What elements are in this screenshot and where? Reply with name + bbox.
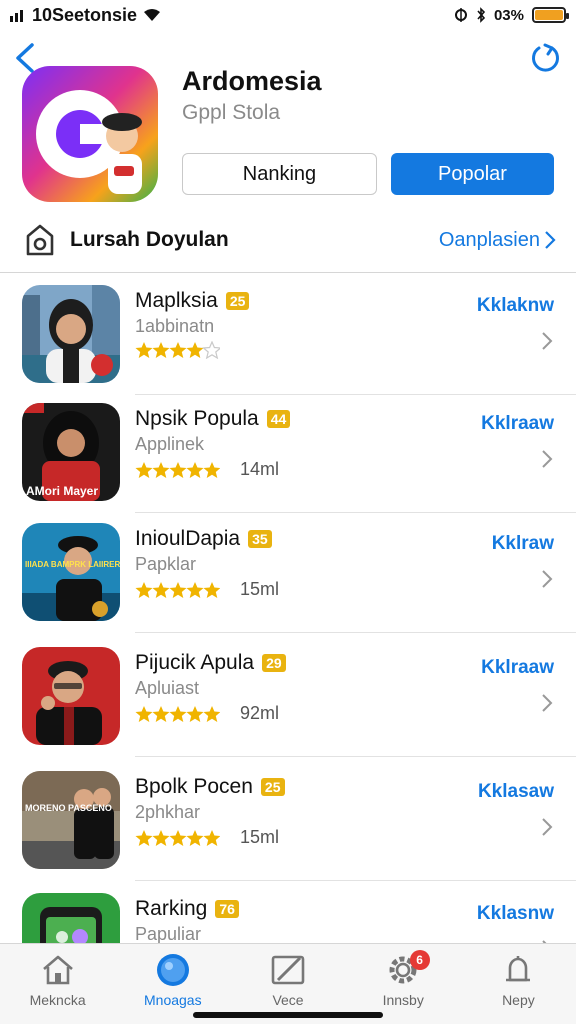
status-left: 10Seetonsie xyxy=(10,5,161,26)
carrier-label: 10Seetonsie xyxy=(32,4,138,25)
app-size: 15ml xyxy=(240,579,280,599)
globe-icon xyxy=(156,954,189,986)
get-button[interactable]: Kklraw xyxy=(492,533,554,555)
app-category: Apluiast xyxy=(135,678,200,698)
app-thumbnail xyxy=(22,647,120,745)
tab-label: Innsby xyxy=(382,992,424,1008)
bag-icon xyxy=(26,224,54,256)
app-category: 2phkhar xyxy=(135,802,201,822)
bluetooth-icon xyxy=(477,7,486,23)
app-title: Ardomesia xyxy=(182,66,322,96)
status-bar: 10Seetonsie 03% xyxy=(0,0,576,30)
star-rating xyxy=(135,341,220,359)
app-size: 92ml xyxy=(240,703,280,723)
section-title: Lursah Doyulan xyxy=(70,228,229,251)
rank-badge: 44 xyxy=(266,410,291,428)
app-name: Maplksia xyxy=(135,289,218,312)
rank-badge: 35 xyxy=(248,530,272,548)
home-icon xyxy=(42,955,73,985)
list-item[interactable]: Rarking 76 Papuliar Kklasnw xyxy=(0,881,576,943)
app-icon xyxy=(22,66,158,202)
app-category: Papuliar xyxy=(135,924,202,943)
row-divider xyxy=(135,632,576,633)
tab-notifications[interactable]: Nepy xyxy=(461,944,576,1024)
app-size: 14ml xyxy=(240,459,280,479)
battery-percent: 03% xyxy=(493,6,524,24)
app-name: Bpolk Pocen xyxy=(135,775,253,798)
get-button[interactable]: Kklasnw xyxy=(477,903,554,925)
chevron-right-icon[interactable] xyxy=(540,816,554,838)
ranking-button[interactable]: Nanking xyxy=(182,153,377,195)
star-rating xyxy=(135,829,220,847)
thumb-caption: IIIADA BAMPRK LAIIRER xyxy=(25,560,120,569)
app-thumbnail: MORENO PASCENO xyxy=(22,771,120,869)
app-category: Papklar xyxy=(135,554,197,574)
rating-row: 92ml xyxy=(135,703,279,724)
get-button[interactable]: Kklaknw xyxy=(477,295,554,317)
row-divider xyxy=(135,756,576,757)
section-header: Lursah Doyulan Oanplasien xyxy=(22,220,556,260)
app-name: Pijucik Apula xyxy=(135,651,255,674)
see-all-label: Oanplasien xyxy=(438,228,540,251)
rating-row: 15ml xyxy=(135,827,279,848)
rating-row: 14ml xyxy=(135,459,279,480)
star-rating xyxy=(135,705,220,723)
refresh-icon[interactable] xyxy=(528,42,562,76)
list-item[interactable]: IIIADA BAMPRK LAIIRER InioulDapia 35 Pap… xyxy=(0,511,576,633)
rank-badge: 25 xyxy=(260,778,285,796)
get-button[interactable]: Kklasaw xyxy=(478,781,554,803)
chevron-right-icon[interactable] xyxy=(540,692,554,714)
tab-label: Vece xyxy=(272,992,304,1008)
app-name: Npsik Popula xyxy=(135,407,259,430)
list-item[interactable]: MORENO PASCENO Bpolk Pocen 25 2phkhar 15… xyxy=(0,759,576,881)
thumb-caption: MORENO PASCENO xyxy=(25,803,112,813)
app-category: 1abbinatn xyxy=(135,316,215,336)
app-name: InioulDapia xyxy=(135,527,241,550)
app-size: 15ml xyxy=(240,827,280,847)
tab-label: Mekncka xyxy=(29,992,86,1008)
rank-badge: 29 xyxy=(262,654,286,672)
tab-label: Nepy xyxy=(502,992,535,1008)
location-icon xyxy=(454,8,467,22)
tab-home[interactable]: Mekncka xyxy=(0,944,115,1024)
chevron-right-icon[interactable] xyxy=(540,568,554,590)
app-subtitle: Gppl Stola xyxy=(182,101,281,124)
status-right: 03% xyxy=(454,6,569,24)
chevron-right-icon[interactable] xyxy=(540,330,554,352)
app-thumbnail xyxy=(22,893,120,943)
app-category: Applinek xyxy=(135,434,205,454)
wifi-icon xyxy=(144,9,161,21)
thumb-caption: AMori Mayer xyxy=(26,484,98,498)
chevron-right-icon xyxy=(545,231,556,249)
app-name: Rarking xyxy=(135,897,208,920)
chevron-right-icon[interactable] xyxy=(540,448,554,470)
app-thumbnail: IIIADA BAMPRK LAIIRER xyxy=(22,523,120,621)
rating-row xyxy=(135,341,220,359)
star-rating xyxy=(135,581,220,599)
edit-icon xyxy=(271,955,305,985)
see-all-link[interactable]: Oanplasien xyxy=(439,229,556,252)
app-thumbnail: AMori Mayer xyxy=(22,403,120,501)
app-list: Maplksia 25 1abbinatn Kklaknw AMori Maye… xyxy=(0,273,576,943)
signal-icon xyxy=(10,10,23,22)
bell-icon xyxy=(506,956,531,982)
get-button[interactable]: Kklraaw xyxy=(481,413,554,435)
list-item[interactable]: Maplksia 25 1abbinatn Kklaknw xyxy=(0,273,576,395)
tab-label: Mnoagas xyxy=(144,992,202,1008)
star-rating xyxy=(135,461,220,479)
app-thumbnail xyxy=(22,285,120,383)
rank-badge: 25 xyxy=(225,292,250,310)
home-indicator xyxy=(193,1012,383,1018)
popular-button[interactable]: Popolar xyxy=(391,153,554,195)
list-item[interactable]: Pijucik Apula 29 Apluiast 92ml Kklraaw xyxy=(0,635,576,757)
list-item[interactable]: AMori Mayer Npsik Popula 44 Applinek 14m… xyxy=(0,391,576,513)
rank-badge: 76 xyxy=(215,900,239,918)
get-button[interactable]: Kklraaw xyxy=(481,657,554,679)
notification-badge: 6 xyxy=(409,950,430,970)
battery-icon xyxy=(532,7,569,23)
rating-row: 15ml xyxy=(135,579,279,600)
